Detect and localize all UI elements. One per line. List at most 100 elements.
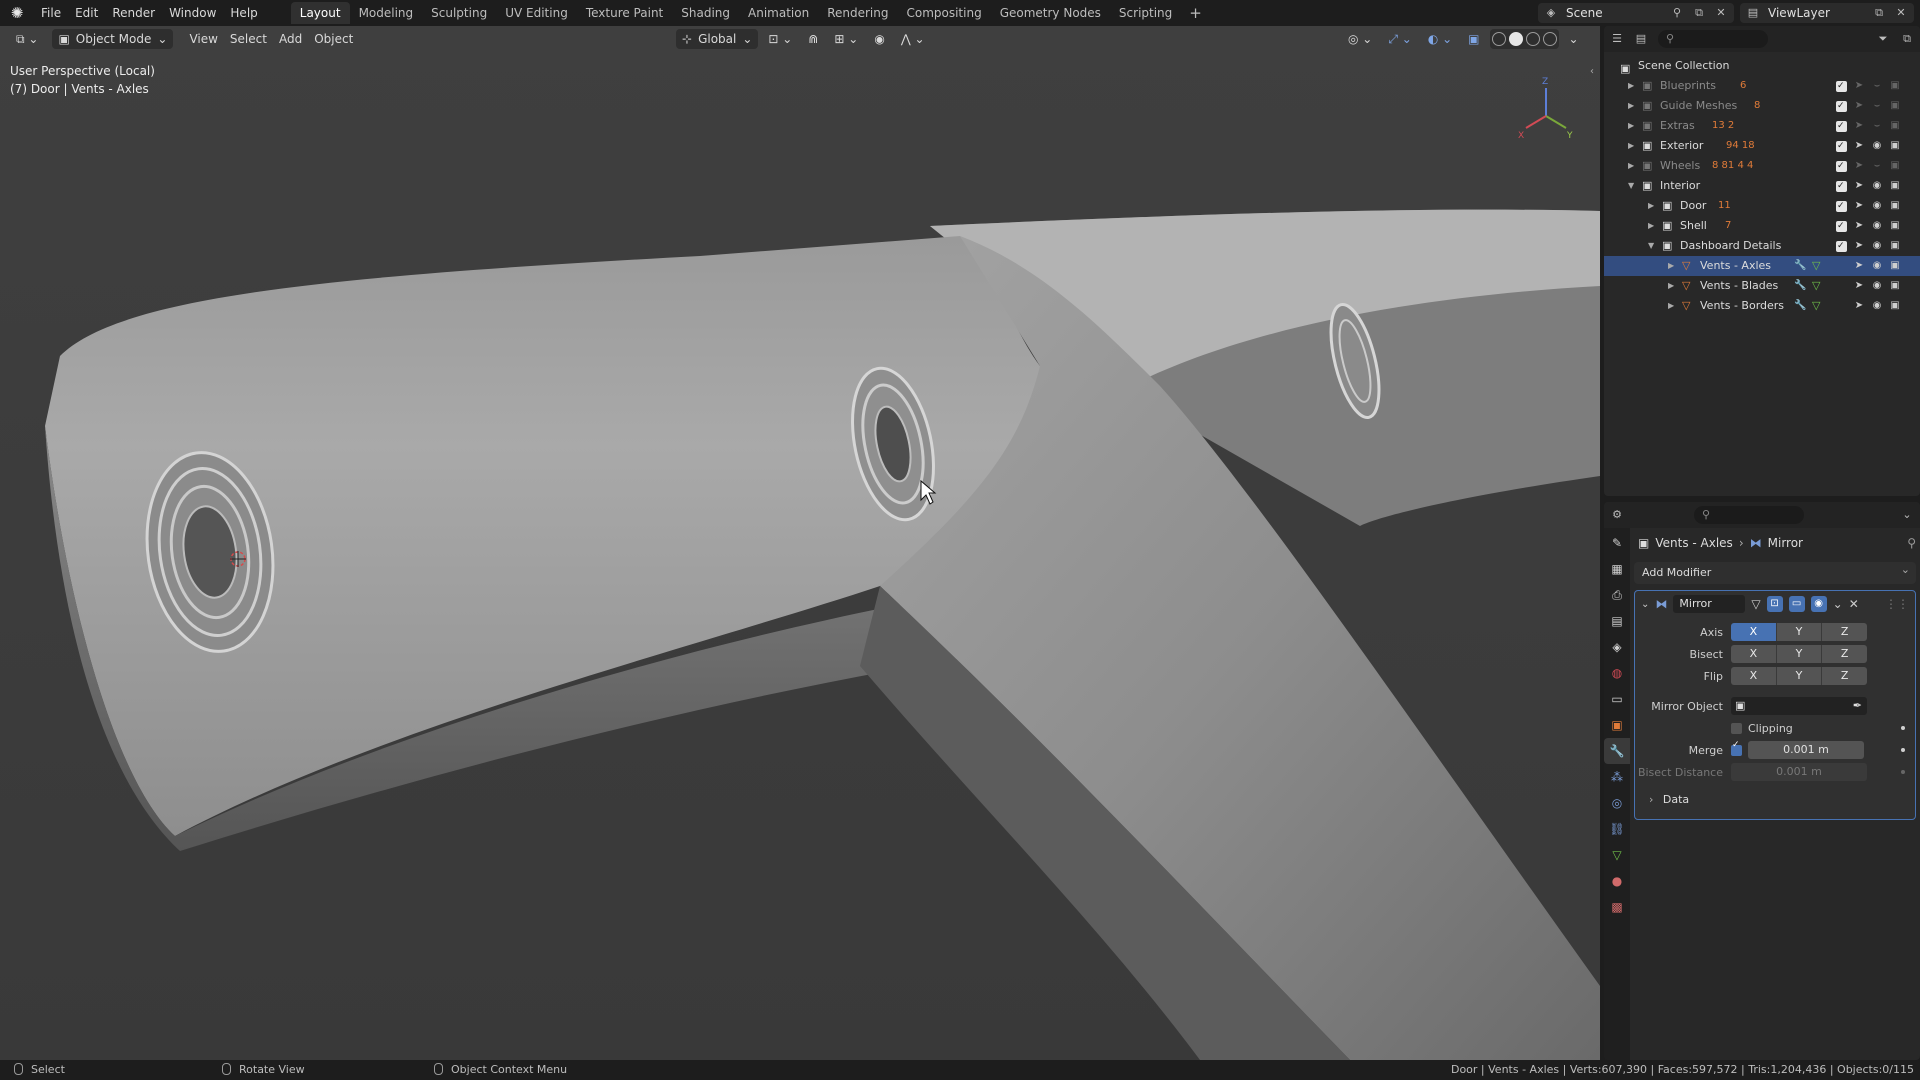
keyframe-dot-icon[interactable] bbox=[1901, 770, 1905, 774]
proportional-edit-icon[interactable]: ◉ bbox=[868, 29, 890, 49]
constraints-tab-icon[interactable]: ⛓ bbox=[1604, 816, 1630, 842]
exclude-checkbox[interactable] bbox=[1836, 216, 1847, 236]
expand-triangle-icon[interactable]: ▶ bbox=[1628, 156, 1638, 176]
camera-icon[interactable]: ▣ bbox=[1889, 260, 1901, 272]
material-shading-icon[interactable] bbox=[1525, 32, 1540, 46]
camera-icon[interactable]: ▣ bbox=[1889, 180, 1901, 192]
add-workspace-button[interactable]: + bbox=[1181, 4, 1210, 22]
pin-icon[interactable]: ⚲ bbox=[1907, 536, 1916, 550]
tab-compositing[interactable]: Compositing bbox=[897, 2, 990, 24]
properties-search-input[interactable]: ⚲ bbox=[1694, 506, 1804, 524]
eye-icon[interactable]: ◉ bbox=[1871, 260, 1883, 272]
tab-uv-editing[interactable]: UV Editing bbox=[496, 2, 577, 24]
outliner-editor-icon[interactable]: ☰ bbox=[1610, 32, 1624, 46]
exclude-checkbox[interactable] bbox=[1836, 76, 1847, 96]
navigation-gizmo[interactable]: Z Y X bbox=[1516, 66, 1576, 146]
menu-window[interactable]: Window bbox=[162, 0, 223, 26]
menu-render[interactable]: Render bbox=[105, 0, 162, 26]
bisect-x-toggle[interactable]: X bbox=[1731, 645, 1777, 663]
display-mode-icon[interactable]: ▤ bbox=[1634, 32, 1648, 46]
drag-handle-icon[interactable]: ⋮⋮ bbox=[1885, 597, 1909, 611]
select-toggle-icon[interactable]: ➤ bbox=[1853, 200, 1865, 212]
blender-logo-icon[interactable]: ✺ bbox=[0, 4, 34, 22]
menu-file[interactable]: File bbox=[34, 0, 68, 26]
camera-icon[interactable]: ▣ bbox=[1889, 100, 1901, 112]
new-view-layer-icon[interactable]: ⧉ bbox=[1872, 6, 1886, 20]
add-modifier-button[interactable]: Add Modifier bbox=[1634, 559, 1916, 584]
physics-tab-icon[interactable]: ◎ bbox=[1604, 790, 1630, 816]
bisect-y-toggle[interactable]: Y bbox=[1776, 645, 1823, 663]
tab-modeling[interactable]: Modeling bbox=[350, 2, 423, 24]
world-tab-icon[interactable]: ◍ bbox=[1604, 660, 1630, 686]
expand-triangle-icon[interactable]: ▶ bbox=[1648, 196, 1658, 216]
modifier-indicator-icon[interactable]: 🔧 bbox=[1794, 296, 1806, 316]
flip-y-toggle[interactable]: Y bbox=[1776, 667, 1823, 685]
expand-triangle-icon[interactable]: ▶ bbox=[1668, 276, 1678, 296]
camera-icon[interactable]: ▣ bbox=[1889, 300, 1901, 312]
eye-icon[interactable]: ⌣ bbox=[1871, 160, 1883, 172]
exclude-checkbox[interactable] bbox=[1836, 176, 1847, 196]
properties-editor-icon[interactable]: ⚙ bbox=[1610, 508, 1624, 522]
modifier-indicator-icon[interactable]: 🔧 bbox=[1794, 276, 1806, 296]
mesh-data-icon[interactable]: ▽ bbox=[1812, 296, 1820, 316]
select-toggle-icon[interactable]: ➤ bbox=[1853, 140, 1865, 152]
pin-icon[interactable]: ⚲ bbox=[1670, 6, 1684, 20]
camera-icon[interactable]: ▣ bbox=[1889, 140, 1901, 152]
exclude-checkbox[interactable] bbox=[1836, 236, 1847, 256]
data-tab-icon[interactable]: ▽ bbox=[1604, 842, 1630, 868]
outliner-row[interactable]: ▶ ▣ Door 11 ➤ ◉ ▣ bbox=[1604, 196, 1920, 216]
axis-x-toggle[interactable]: X bbox=[1731, 623, 1777, 641]
exclude-checkbox[interactable] bbox=[1836, 96, 1847, 116]
select-toggle-icon[interactable]: ➤ bbox=[1853, 240, 1865, 252]
select-toggle-icon[interactable]: ➤ bbox=[1853, 220, 1865, 232]
editor-type-icon[interactable]: ⧉ ⌄ bbox=[10, 29, 44, 49]
tab-layout[interactable]: Layout bbox=[290, 2, 350, 24]
bisect-distance-field[interactable]: 0.001 m bbox=[1731, 763, 1867, 781]
mesh-data-icon[interactable]: ▽ bbox=[1812, 256, 1820, 276]
modifier-tab-icon[interactable]: 🔧 bbox=[1604, 738, 1630, 764]
clipping-checkbox-box[interactable] bbox=[1731, 722, 1742, 734]
camera-icon[interactable]: ▣ bbox=[1889, 80, 1901, 92]
eye-icon[interactable]: ◉ bbox=[1871, 240, 1883, 252]
outliner-row[interactable]: ▶ ▣ Exterior 94 18 ➤ ◉ ▣ bbox=[1604, 136, 1920, 156]
eye-icon[interactable]: ◉ bbox=[1871, 200, 1883, 212]
expand-triangle-icon[interactable]: ▶ bbox=[1668, 296, 1678, 316]
axis-y-toggle[interactable]: Y bbox=[1776, 623, 1823, 641]
select-toggle-icon[interactable]: ➤ bbox=[1853, 80, 1865, 92]
keyframe-dot-icon[interactable] bbox=[1901, 726, 1905, 730]
eye-icon[interactable]: ◉ bbox=[1871, 300, 1883, 312]
scene-name[interactable]: Scene bbox=[1566, 6, 1662, 20]
tab-animation[interactable]: Animation bbox=[739, 2, 818, 24]
falloff-icon[interactable]: ⋀ ⌄ bbox=[895, 29, 931, 49]
solid-shading-icon[interactable] bbox=[1508, 32, 1523, 46]
outliner-row[interactable]: ▼ ▣ Interior ➤ ◉ ▣ bbox=[1604, 176, 1920, 196]
menu-view[interactable]: View bbox=[183, 29, 223, 49]
properties-options-icon[interactable]: ⌄ bbox=[1900, 508, 1914, 522]
new-collection-icon[interactable]: ⧉ bbox=[1900, 32, 1914, 46]
expand-triangle-icon[interactable]: ▶ bbox=[1628, 116, 1638, 136]
view-layer-selector[interactable]: ▤ ViewLayer ⧉ ✕ bbox=[1740, 3, 1914, 23]
gizmo-icon[interactable]: ⤢ ⌄ bbox=[1382, 29, 1417, 49]
shading-options-icon[interactable]: ⌄ bbox=[1563, 29, 1585, 49]
outliner-search-input[interactable]: ⚲ bbox=[1658, 30, 1768, 48]
close-view-layer-icon[interactable]: ✕ bbox=[1894, 6, 1908, 20]
exclude-checkbox[interactable] bbox=[1836, 156, 1847, 176]
texture-tab-icon[interactable]: ▩ bbox=[1604, 894, 1630, 920]
collapse-triangle-icon[interactable]: ▼ bbox=[1628, 176, 1638, 196]
filter-icon[interactable]: ⏷ bbox=[1876, 32, 1890, 46]
clipping-checkbox[interactable]: Clipping bbox=[1731, 722, 1793, 735]
tab-texture-paint[interactable]: Texture Paint bbox=[577, 2, 672, 24]
keyframe-dot-icon[interactable] bbox=[1901, 748, 1905, 752]
outliner-row[interactable]: ▼ ▣ Dashboard Details ➤ ◉ ▣ bbox=[1604, 236, 1920, 256]
snap-icon[interactable]: ⋒ bbox=[802, 29, 824, 49]
viewport-toggle-icon[interactable]: ▭ bbox=[1788, 596, 1805, 612]
outliner-row[interactable]: ▶ ▣ Wheels 8 81 4 4 ➤ ⌣ ▣ bbox=[1604, 156, 1920, 176]
expand-triangle-icon[interactable]: ▶ bbox=[1668, 256, 1678, 276]
close-scene-icon[interactable]: ✕ bbox=[1714, 6, 1728, 20]
menu-edit[interactable]: Edit bbox=[68, 0, 105, 26]
outliner-root[interactable]: ▣ Scene Collection bbox=[1604, 56, 1920, 76]
camera-icon[interactable]: ▣ bbox=[1889, 280, 1901, 292]
view-layer-tab-icon[interactable]: ▤ bbox=[1604, 608, 1630, 634]
eye-icon[interactable]: ◉ bbox=[1871, 280, 1883, 292]
tab-geometry-nodes[interactable]: Geometry Nodes bbox=[991, 2, 1110, 24]
